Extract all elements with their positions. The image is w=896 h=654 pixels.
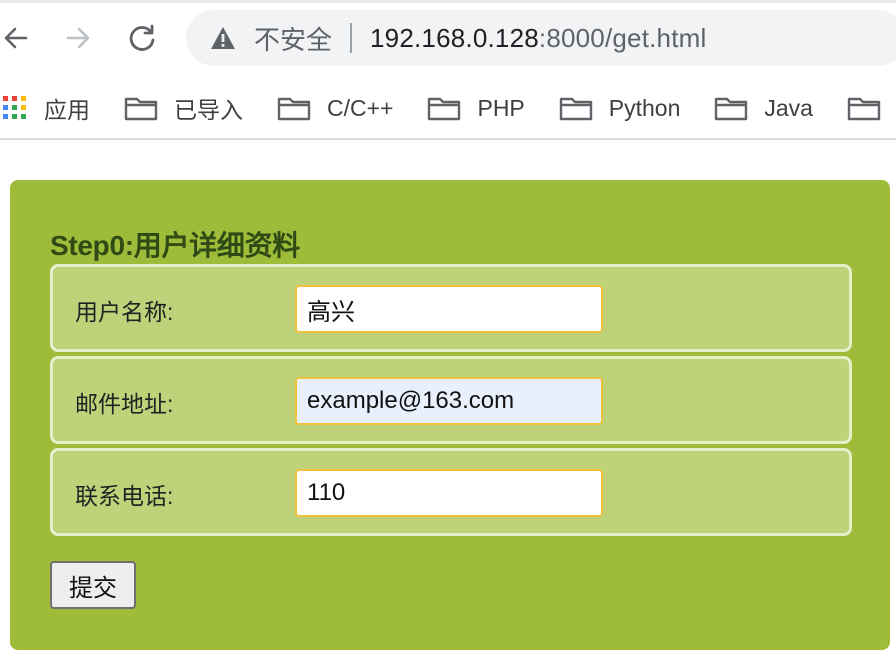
bookmark-apps[interactable]: 应用 xyxy=(2,91,90,125)
url-host: 192.168.0.128 xyxy=(370,22,539,53)
phone-row: 联系电话: xyxy=(50,448,852,536)
address-separator xyxy=(350,23,353,53)
bookmark-folder-overflow[interactable] xyxy=(847,95,896,121)
back-button[interactable] xyxy=(0,22,32,54)
phone-label: 联系电话: xyxy=(75,483,174,509)
folder-icon xyxy=(559,95,593,121)
email-label: 邮件地址: xyxy=(75,391,174,417)
bookmark-folder-php[interactable]: PHP xyxy=(427,94,525,122)
reload-icon xyxy=(129,24,155,51)
user-details-form: Step0:用户详细资料 用户名称: 邮件地址: 联系电话: 提交 xyxy=(10,180,890,650)
submit-button[interactable]: 提交 xyxy=(50,561,136,609)
bookmark-folder-imported[interactable]: 已导入 xyxy=(124,91,243,125)
bookmark-label: C/C++ xyxy=(327,94,394,121)
username-input[interactable] xyxy=(295,285,603,333)
bookmark-label: 已导入 xyxy=(174,97,243,123)
email-row: 邮件地址: xyxy=(50,356,852,444)
bookmark-label: Python xyxy=(608,94,681,121)
folder-icon xyxy=(427,95,461,121)
security-status-text[interactable]: 不安全 xyxy=(254,20,332,57)
bookmark-folder-java[interactable]: Java xyxy=(714,95,813,122)
bookmarks-bar: 应用 已导入 C/C++ PHP Python Java xyxy=(0,78,896,140)
folder-icon xyxy=(124,95,158,121)
bookmark-label: 应用 xyxy=(44,97,90,123)
username-label: 用户名称: xyxy=(75,299,174,325)
forward-button[interactable] xyxy=(62,22,94,54)
reload-button[interactable] xyxy=(126,22,158,54)
username-row: 用户名称: xyxy=(50,264,852,352)
bookmark-label: Java xyxy=(764,94,813,121)
phone-input[interactable] xyxy=(295,469,603,517)
bookmark-folder-cpp[interactable]: C/C++ xyxy=(277,95,393,122)
folder-icon xyxy=(714,95,748,121)
arrow-right-icon xyxy=(66,27,90,49)
warning-triangle-icon[interactable] xyxy=(210,25,236,51)
url-text[interactable]: 192.168.0.128:8000/get.html xyxy=(370,23,706,54)
address-bar[interactable]: 不安全 192.168.0.128:8000/get.html xyxy=(186,10,896,66)
apps-grid-icon xyxy=(2,95,28,121)
url-path: :8000/get.html xyxy=(538,22,707,53)
browser-toolbar: 不安全 192.168.0.128:8000/get.html xyxy=(0,0,896,78)
arrow-left-icon xyxy=(4,27,28,49)
toolbar-top-border xyxy=(0,0,896,3)
email-input[interactable] xyxy=(295,377,603,425)
bookmark-folder-python[interactable]: Python xyxy=(559,94,681,122)
bookmark-label: PHP xyxy=(477,94,525,121)
folder-icon xyxy=(277,95,311,121)
form-title: Step0:用户详细资料 xyxy=(50,230,300,261)
folder-icon xyxy=(847,95,881,121)
